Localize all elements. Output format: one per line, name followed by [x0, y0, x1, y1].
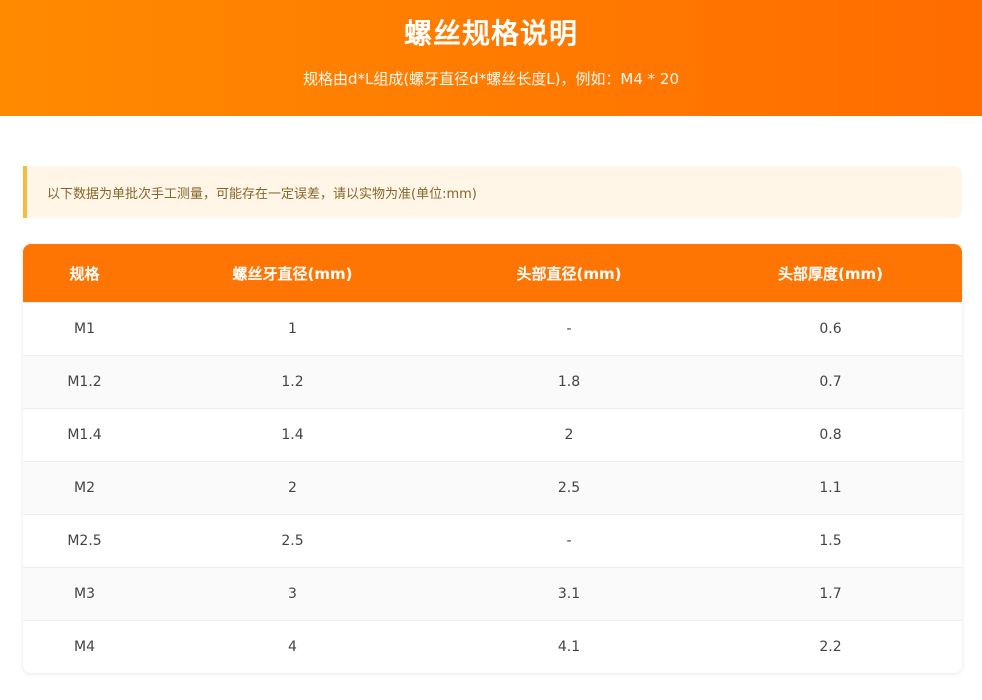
cell-thread-diameter: 1 — [146, 302, 439, 356]
spec-table: 规格 螺丝牙直径(mm) 头部直径(mm) 头部厚度(mm) M1 1-0.6 M1… — [23, 244, 962, 673]
cell-spec: M4 — [23, 620, 146, 673]
cell-spec: M3 — [23, 567, 146, 621]
cell-spec: M2 — [23, 461, 146, 515]
cell-spec: M1 — [23, 302, 146, 356]
page-subtitle: 规格由d*L组成(螺牙直径d*螺丝长度L)，例如：M4 * 20 — [302, 70, 680, 88]
table-row: M1.4 1.4 2 0.8 — [23, 408, 962, 462]
column-header-thread-diameter: 螺丝牙直径(mm) — [146, 244, 439, 303]
cell-head-diameter: - — [439, 514, 699, 568]
cell-thread-diameter: 2.5 — [146, 514, 439, 568]
cell-head-thickness: 0.8 — [699, 408, 962, 462]
column-header-head-thickness: 头部厚度(mm) — [699, 244, 962, 303]
cell-head-thickness: 1.1 — [699, 461, 962, 515]
table-header-row: 规格 螺丝牙直径(mm) 头部直径(mm) 头部厚度(mm) — [23, 244, 962, 303]
measurement-notice: 以下数据为单批次手工测量，可能存在一定误差，请以实物为准(单位:mm) — [23, 166, 962, 218]
cell-head-diameter: 1.8 — [439, 355, 699, 409]
cell-head-thickness: 1.7 — [699, 567, 962, 621]
cell-head-diameter: 2.5 — [439, 461, 699, 515]
column-header-head-diameter: 头部直径(mm) — [439, 244, 699, 303]
cell-head-thickness: 0.6 — [699, 302, 962, 356]
spec-table-container: 规格 螺丝牙直径(mm) 头部直径(mm) 头部厚度(mm) M1 1-0.6 M1… — [23, 244, 962, 673]
cell-spec: M1.2 — [23, 355, 146, 409]
table-row: M1 1-0.6 — [23, 302, 962, 356]
cell-head-thickness: 2.2 — [699, 620, 962, 673]
cell-thread-diameter: 1.2 — [146, 355, 439, 409]
table-row: M2.5 2.5-1.5 — [23, 514, 962, 568]
page-header: 螺丝规格说明 规格由d*L组成(螺牙直径d*螺丝长度L)，例如：M4 * 20 — [0, 0, 982, 116]
table-row: M2 2 2.5 1.1 — [23, 461, 962, 515]
cell-head-thickness: 1.5 — [699, 514, 962, 568]
cell-head-diameter: 2 — [439, 408, 699, 462]
cell-head-diameter: 3.1 — [439, 567, 699, 621]
cell-head-diameter: 4.1 — [439, 620, 699, 673]
notice-text: 以下数据为单批次手工测量，可能存在一定误差，请以实物为准(单位:mm) — [47, 186, 477, 202]
cell-head-diameter: - — [439, 302, 699, 356]
table-body: M1 1-0.6 M1.2 1.2 1.8 0.7 M1.4 1.4 2 0.8 M2 2 2.5 1.1… — [23, 302, 962, 673]
cell-spec: M2.5 — [23, 514, 146, 568]
cell-head-thickness: 0.7 — [699, 355, 962, 409]
cell-thread-diameter: 4 — [146, 620, 439, 673]
table-row: M1.2 1.2 1.8 0.7 — [23, 355, 962, 409]
column-header-spec: 规格 — [23, 244, 146, 303]
cell-thread-diameter: 1.4 — [146, 408, 439, 462]
table-row: M4 4 4.1 2.2 — [23, 620, 962, 673]
page-title: 螺丝规格说明 — [403, 17, 578, 50]
cell-thread-diameter: 2 — [146, 461, 439, 515]
cell-spec: M1.4 — [23, 408, 146, 462]
cell-thread-diameter: 3 — [146, 567, 439, 621]
table-row: M3 3 3.1 1.7 — [23, 567, 962, 621]
